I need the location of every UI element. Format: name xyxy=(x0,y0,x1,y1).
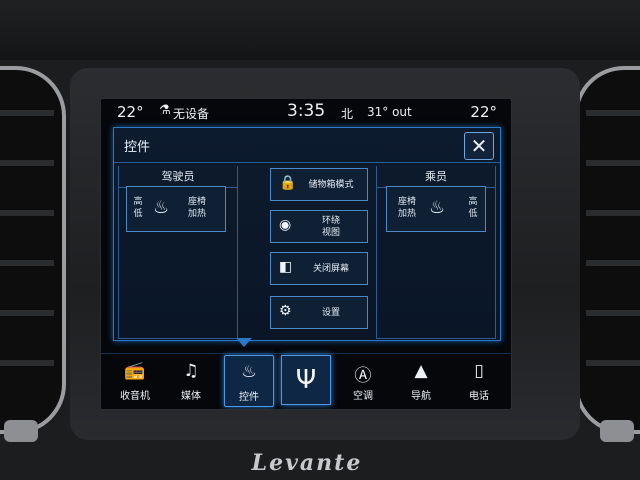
nav-navigation[interactable]: ▲ 导航 xyxy=(397,355,445,405)
left-air-vent xyxy=(0,66,66,434)
heat-level-indicator: 高低 xyxy=(133,197,143,219)
seat-heat-label: 座椅 加热 xyxy=(187,197,206,219)
nav-controls[interactable]: ♨ 控件 xyxy=(224,355,274,407)
heated-seat-icon: ♨ xyxy=(429,197,446,218)
dashboard-top xyxy=(0,0,640,60)
active-tab-pointer xyxy=(236,338,252,347)
media-icon: ♫ xyxy=(183,361,199,381)
radio-icon: 📻 xyxy=(124,361,146,381)
left-vent-knob[interactable] xyxy=(4,420,38,442)
panel-title: 控件 xyxy=(124,140,151,155)
settings-button[interactable]: ⚙ 设置 xyxy=(270,296,368,329)
heated-seat-icon: ♨ xyxy=(153,197,170,218)
infotainment-screen: 22° ⚗ 无设备 3:35 北 31° out 22° 控件 ✕ 驾驶员 高低… xyxy=(100,98,512,410)
controls-panel: 控件 ✕ 驾驶员 高低 ♨ 座椅 加热 🔒 储物箱模式 ◉ 环绕 视图 ◧ 关闭… xyxy=(113,127,501,341)
nav-phone[interactable]: ▯ 电话 xyxy=(455,355,503,405)
screen-off-button[interactable]: ◧ 关闭屏幕 xyxy=(270,252,368,285)
climate-icon: Ⓐ xyxy=(354,366,372,386)
close-icon: ✕ xyxy=(470,134,488,158)
status-bar: 22° ⚗ 无设备 3:35 北 31° out 22° xyxy=(101,99,511,125)
screen-off-icon: ◧ xyxy=(279,259,293,275)
seat-heat-label: 座椅 加热 xyxy=(397,197,416,219)
gears-icon: ⚙ xyxy=(279,303,292,319)
driver-temperature[interactable]: 22° xyxy=(117,103,144,121)
nav-divider xyxy=(101,353,511,354)
glovebox-mode-button[interactable]: 🔒 储物箱模式 xyxy=(270,168,368,201)
driver-zone: 驾驶员 高低 ♨ 座椅 加热 xyxy=(118,166,238,339)
nav-radio[interactable]: 📻 收音机 xyxy=(111,355,159,405)
right-vent-knob[interactable] xyxy=(600,420,634,442)
clock: 3:35 xyxy=(287,101,326,121)
nav-climate[interactable]: Ⓐ 空调 xyxy=(339,355,387,405)
trident-home-icon: Ψ xyxy=(295,365,317,395)
home-button[interactable]: Ψ xyxy=(281,355,331,405)
brand-logo: Levante xyxy=(251,450,363,476)
bottom-nav-bar: 📻 收音机 ♫ 媒体 ♨ 控件 Ψ Ⓐ 空调 ▲ 导航 ▯ 电话 xyxy=(101,355,511,407)
driver-zone-title: 驾驶员 xyxy=(119,168,237,188)
passenger-seat-heat-button[interactable]: 座椅 加热 ♨ 高低 xyxy=(386,186,486,232)
usb-icon: ⚗ xyxy=(159,103,171,118)
lock-icon: 🔒 xyxy=(279,175,297,191)
seat-control-icon: ♨ xyxy=(241,362,257,382)
passenger-zone-title: 乘员 xyxy=(377,168,495,188)
phone-icon: ▯ xyxy=(474,361,484,381)
usb-status: 无设备 xyxy=(173,107,210,121)
passenger-zone: 乘员 座椅 加热 ♨ 高低 xyxy=(376,166,496,339)
compass-heading: 北 xyxy=(341,107,354,121)
camera-icon: ◉ xyxy=(279,217,292,233)
heat-level-indicator: 高低 xyxy=(468,197,478,219)
navigation-icon: ▲ xyxy=(414,361,428,381)
passenger-temperature[interactable]: 22° xyxy=(470,103,497,121)
outside-temperature: 31° out xyxy=(367,105,412,119)
close-button[interactable]: ✕ xyxy=(464,132,494,160)
surround-view-button[interactable]: ◉ 环绕 视图 xyxy=(270,210,368,243)
title-divider xyxy=(114,162,500,163)
nav-media[interactable]: ♫ 媒体 xyxy=(167,355,215,405)
right-air-vent xyxy=(574,66,640,434)
driver-seat-heat-button[interactable]: 高低 ♨ 座椅 加热 xyxy=(126,186,226,232)
